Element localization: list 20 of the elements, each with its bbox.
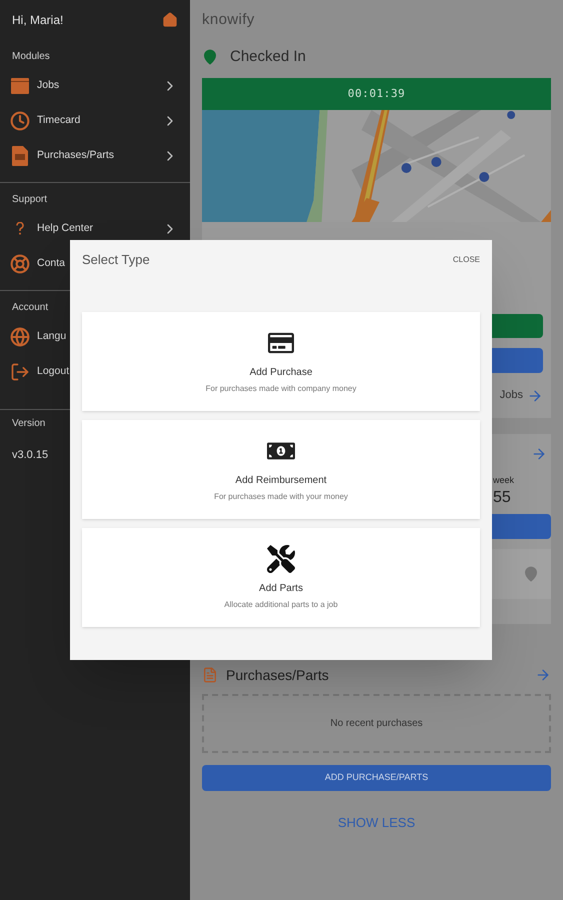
status-title: Checked In — [230, 46, 306, 67]
logo: knowify — [202, 10, 255, 30]
option-title: Add Purchase — [250, 366, 312, 380]
section-label: Support — [12, 192, 48, 206]
version-number: v3.0.15 — [12, 448, 50, 463]
dialog-title: Select Type — [82, 251, 150, 270]
greeting: Hi, Maria! — [12, 12, 64, 29]
section-label: Modules — [12, 50, 50, 64]
option-title: Add Reimbursement — [235, 474, 327, 488]
week-hours: 55 — [493, 488, 512, 508]
week-label: week — [493, 474, 516, 487]
option-subtitle: For purchases made with company money — [206, 383, 356, 395]
empty-purchases-box: No recent purchases — [202, 694, 551, 753]
timer-bar: 00:01:39 — [202, 78, 551, 110]
option-subtitle: Allocate additional parts to a job — [224, 599, 338, 611]
section-label: Account — [12, 300, 48, 314]
option-title: Add Parts — [259, 582, 303, 596]
section-title: Purchases/Parts — [226, 666, 330, 684]
version-label: Version — [12, 417, 46, 431]
option-subtitle: For purchases made with your money — [214, 491, 348, 503]
